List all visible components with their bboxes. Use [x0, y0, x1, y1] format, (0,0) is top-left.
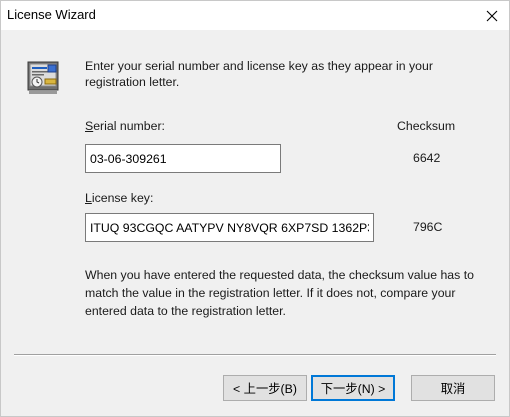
- cancel-button[interactable]: 取消: [411, 375, 495, 401]
- license-key-input[interactable]: [85, 213, 374, 242]
- intro-text: Enter your serial number and license key…: [85, 59, 433, 89]
- window-title: License Wizard: [7, 7, 96, 22]
- license-checksum-value: 796C: [413, 220, 443, 234]
- checksum-header: Checksum: [397, 119, 456, 133]
- back-button[interactable]: < 上一步(B): [223, 375, 307, 401]
- next-button[interactable]: 下一步(N) >: [311, 375, 395, 401]
- license-certificate-icon: [27, 61, 59, 94]
- checksum-note: When you have entered the requested data…: [85, 268, 474, 318]
- separator: [14, 354, 496, 356]
- serial-number-label: Serial number:: [85, 119, 165, 133]
- close-button[interactable]: [475, 1, 509, 30]
- title-bar: License Wizard: [1, 1, 509, 30]
- serial-checksum-value: 6642: [413, 151, 441, 165]
- license-key-label: License key:: [85, 191, 154, 205]
- serial-number-input[interactable]: [85, 144, 281, 173]
- close-icon: [486, 10, 498, 21]
- license-wizard-window: License Wizard Enter your serial number …: [0, 0, 510, 417]
